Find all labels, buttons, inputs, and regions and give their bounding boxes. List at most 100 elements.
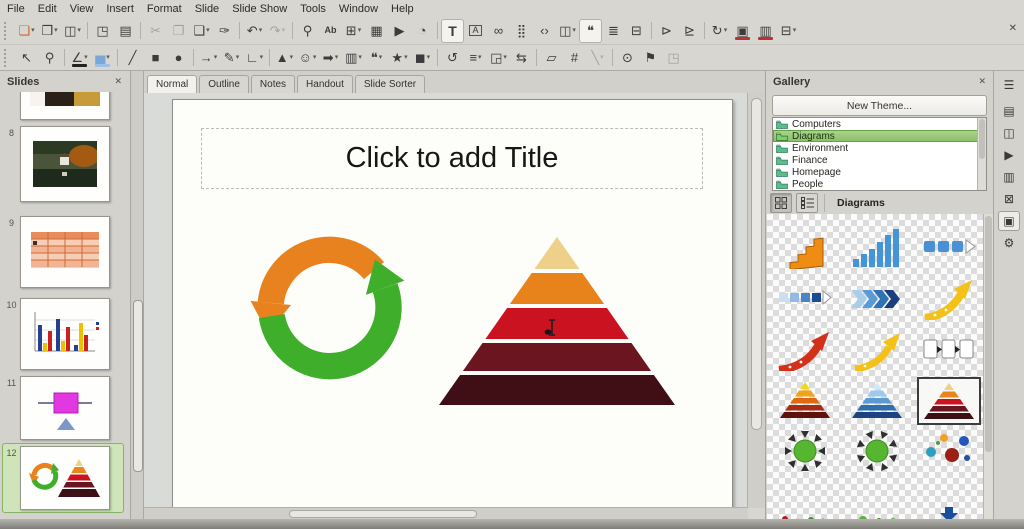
- view-tab-slide-sorter[interactable]: Slide Sorter: [354, 75, 426, 93]
- vertical-text-icon[interactable]: A: [465, 20, 486, 42]
- slide-thumbnail-10[interactable]: 10: [3, 298, 123, 370]
- dropdown-arrow-icon[interactable]: ▾: [214, 54, 218, 61]
- insert-image-icon[interactable]: ▦: [366, 20, 387, 42]
- find-replace-icon[interactable]: ⚲: [297, 20, 318, 42]
- vertical-scrollbar-thumb[interactable]: [751, 98, 762, 430]
- theme-row-computers[interactable]: Computers: [773, 118, 986, 130]
- dropdown-arrow-icon[interactable]: ▾: [478, 54, 482, 61]
- rectangle-icon[interactable]: ■: [145, 47, 166, 69]
- dropdown-arrow-icon[interactable]: ▾: [106, 54, 110, 61]
- insert-table-icon[interactable]: ⊞ ▾: [343, 20, 364, 42]
- curves-polygons-icon[interactable]: ✎ ▾: [221, 47, 242, 69]
- theme-row-finance[interactable]: Finance: [773, 154, 986, 166]
- vertical-scrollbar[interactable]: [747, 93, 765, 508]
- insert-line-icon[interactable]: ╱: [122, 47, 143, 69]
- gallery-item-red-curved-arrow[interactable]: [773, 326, 837, 372]
- slide-thumbnail-7[interactable]: [3, 92, 123, 120]
- gallery-item-process-boxes-arrows[interactable]: [917, 326, 981, 372]
- master-view-icon[interactable]: ⊟: [626, 20, 647, 42]
- gallery-item-red-pyramid-selected[interactable]: [917, 377, 981, 425]
- dropdown-arrow-icon[interactable]: ▾: [54, 27, 58, 34]
- save-icon[interactable]: ◫ ▾: [62, 20, 83, 42]
- rotate-object-icon[interactable]: ↺: [442, 47, 463, 69]
- flowchart-shapes-icon[interactable]: ▥ ▾: [343, 47, 364, 69]
- dropdown-arrow-icon[interactable]: ▾: [427, 54, 431, 61]
- special-character-icon[interactable]: ‹›: [534, 20, 555, 42]
- theme-list-scrollbar-thumb[interactable]: [979, 119, 985, 159]
- basic-shapes-icon[interactable]: ▲ ▾: [274, 47, 295, 69]
- insert-text-box-icon[interactable]: T: [442, 19, 463, 42]
- menu-item-tools[interactable]: Tools: [300, 3, 326, 15]
- menu-item-file[interactable]: File: [7, 3, 25, 15]
- dropdown-arrow-icon[interactable]: ▾: [335, 54, 339, 61]
- slide-editing-surface[interactable]: Click to add Title: [172, 99, 733, 508]
- dropdown-arrow-icon[interactable]: ▾: [84, 54, 88, 61]
- close-document-icon[interactable]: ✕: [1009, 23, 1017, 34]
- menu-item-view[interactable]: View: [70, 3, 94, 15]
- gallery-item-arrow-down-partial[interactable]: [917, 479, 981, 519]
- slides-panel-scrollbar[interactable]: [131, 71, 144, 519]
- dropdown-arrow-icon[interactable]: ▾: [77, 27, 81, 34]
- styles-icon[interactable]: ⊠: [999, 190, 1019, 208]
- insert-chart-icon[interactable]: ◔: [412, 20, 433, 42]
- menu-item-slide-show[interactable]: Slide Show: [232, 3, 287, 15]
- slide-thumbnail-8[interactable]: 8: [3, 126, 123, 202]
- gallery-item-yellow-curved-arrow[interactable]: [917, 275, 981, 321]
- 3d-objects-icon[interactable]: ◼ ▾: [412, 47, 433, 69]
- dropdown-arrow-icon[interactable]: ▾: [259, 27, 263, 34]
- gallery-item-green-circle-arrows-in[interactable]: [773, 428, 837, 474]
- block-arrows-icon[interactable]: ➡ ▾: [320, 47, 341, 69]
- gallery-thumbnails-scrollbar[interactable]: [983, 214, 993, 519]
- sidebar-settings-icon[interactable]: ☰: [999, 76, 1019, 94]
- arrange-objects-icon[interactable]: ◲ ▾: [488, 47, 509, 69]
- slide-transition-icon[interactable]: ◫: [999, 124, 1019, 142]
- gallery-item-orange-3d-steps[interactable]: [773, 224, 837, 270]
- view-tab-notes[interactable]: Notes: [250, 75, 296, 93]
- gallery-item-blue-chevron-arrows[interactable]: [845, 275, 909, 321]
- gallery-item-blue-squares-arrow[interactable]: [917, 224, 981, 270]
- detailed-view-toggle[interactable]: [796, 192, 818, 213]
- new-slide-icon[interactable]: ▥: [755, 20, 776, 42]
- horizontal-scrollbar-thumb[interactable]: [289, 510, 477, 518]
- crop-image-icon[interactable]: #: [564, 47, 585, 69]
- menu-item-insert[interactable]: Insert: [106, 3, 134, 15]
- zoom-pan-icon[interactable]: ⚲: [39, 47, 60, 69]
- dropdown-arrow-icon[interactable]: ▾: [600, 54, 604, 61]
- spelling-icon[interactable]: Ab: [320, 20, 341, 42]
- theme-row-people[interactable]: People: [773, 178, 986, 190]
- gallery-item-scattered-spheres[interactable]: [917, 428, 981, 474]
- export-pdf-icon[interactable]: ◳: [92, 20, 113, 42]
- duplicate-slide-icon[interactable]: ▣: [732, 20, 753, 42]
- expand-slide-icon[interactable]: ⊟ ▾: [778, 20, 799, 42]
- display-grid-icon[interactable]: ⣿: [511, 20, 532, 42]
- horizontal-scrollbar[interactable]: [144, 507, 748, 519]
- outline-view-icon[interactable]: ≣: [603, 20, 624, 42]
- align-objects-icon[interactable]: ≡ ▾: [465, 47, 486, 69]
- toolbar-grip[interactable]: [4, 48, 11, 67]
- close-icon[interactable]: ✕: [978, 76, 986, 87]
- gallery-item-fading-squares-arrow[interactable]: [773, 275, 837, 321]
- menu-item-format[interactable]: Format: [147, 3, 182, 15]
- close-icon[interactable]: ✕: [114, 76, 122, 87]
- star-shapes-icon[interactable]: ★ ▾: [389, 47, 410, 69]
- open-document-icon[interactable]: ❒ ▾: [39, 20, 60, 42]
- dropdown-arrow-icon[interactable]: ▾: [260, 54, 264, 61]
- dropdown-arrow-icon[interactable]: ▾: [793, 27, 797, 34]
- navigator-icon[interactable]: ⚙: [999, 234, 1019, 252]
- new-theme-button[interactable]: New Theme...: [772, 95, 987, 116]
- properties-icon[interactable]: ▤: [999, 102, 1019, 120]
- select-icon[interactable]: ↖: [16, 47, 37, 69]
- gallery-item-blue-pyramid[interactable]: [845, 377, 909, 423]
- master-slides-icon[interactable]: ▥: [999, 168, 1019, 186]
- dropdown-arrow-icon[interactable]: ▾: [724, 27, 728, 34]
- dropdown-arrow-icon[interactable]: ▾: [31, 27, 35, 34]
- insert-media-icon[interactable]: ▶: [389, 20, 410, 42]
- start-from-first-slide-icon[interactable]: ⊳: [656, 20, 677, 42]
- gallery-item-dots-row-partial[interactable]: [773, 479, 837, 519]
- menu-item-edit[interactable]: Edit: [38, 3, 57, 15]
- view-tab-outline[interactable]: Outline: [199, 75, 249, 93]
- new-presentation-icon[interactable]: ❏ ▾: [16, 20, 37, 42]
- theme-list-scrollbar[interactable]: [977, 118, 986, 190]
- fill-color-icon[interactable]: ▅ ▾: [92, 47, 113, 69]
- menu-item-slide[interactable]: Slide: [195, 3, 219, 15]
